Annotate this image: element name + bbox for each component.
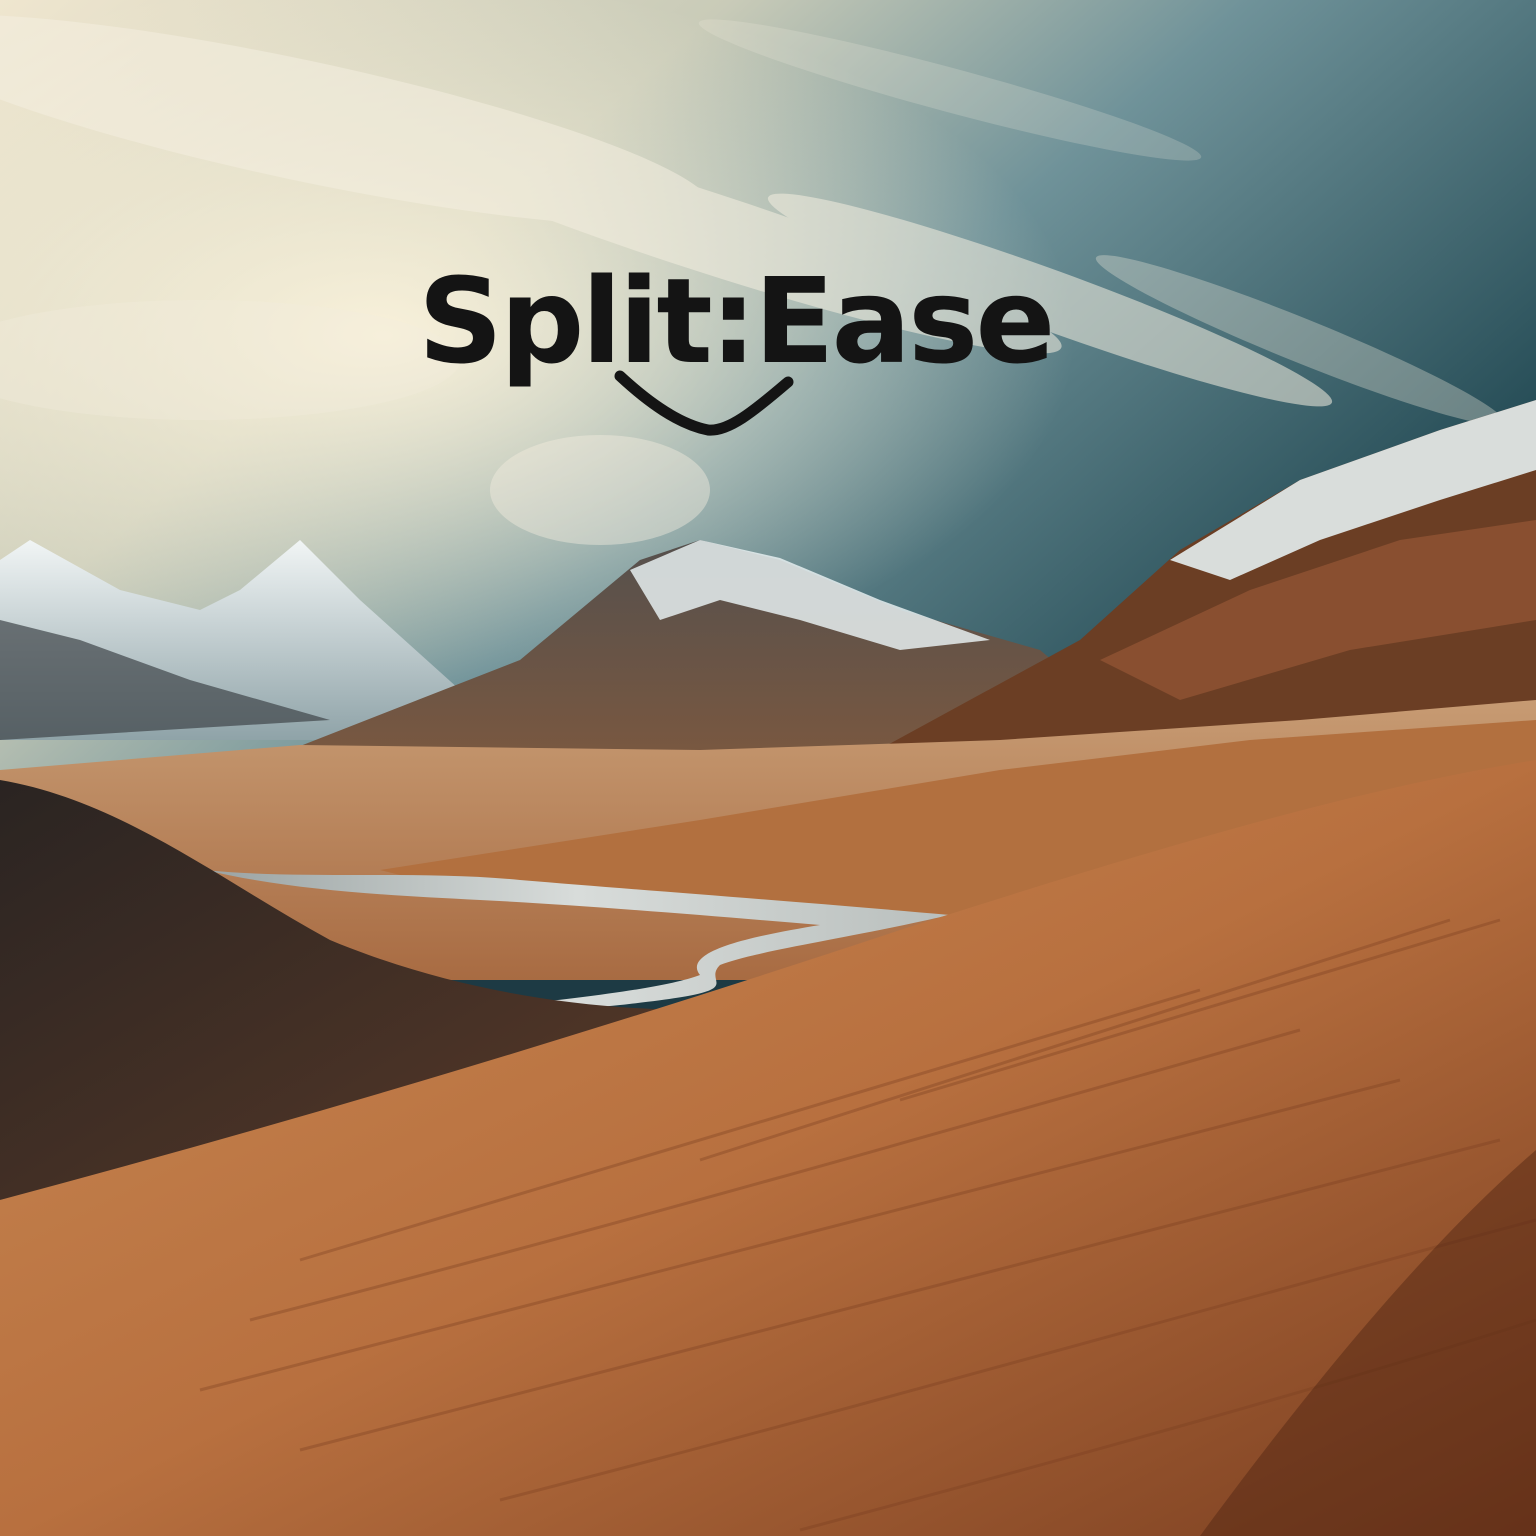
landscape-illustration — [0, 0, 1536, 1536]
split-ease-logo: Split:Ease — [418, 262, 1055, 452]
desert-landscape-scene: Split:Ease — [0, 0, 1536, 1536]
smile-swoosh-icon — [614, 370, 794, 436]
